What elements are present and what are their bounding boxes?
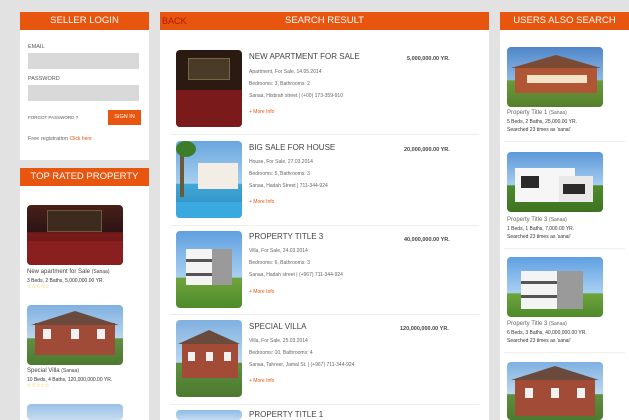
result-3-type-date: Villa, For Sale, 24.03.2014	[249, 248, 308, 254]
users-also-item-2-searched: Searched 23 times as 'sanai'	[507, 234, 571, 240]
users-also-divider-2	[504, 248, 625, 249]
result-1-thumb[interactable]	[176, 50, 242, 127]
result-1-price: 5,000,000.00 YR.	[407, 56, 450, 62]
result-4-divider	[170, 404, 479, 405]
users-also-item-1-searched: Searched 23 times as 'sanai'	[507, 127, 571, 133]
result-3-thumb[interactable]	[176, 231, 242, 308]
top-rated-item-2-city: (Sanaa)	[61, 368, 80, 374]
top-rated-panel: TOP RATED PROPERTY New apartment for Sal…	[20, 168, 149, 420]
top-rated-thumb-1[interactable]	[27, 205, 123, 265]
password-label: PASSWORD	[28, 76, 60, 82]
result-4-more-info[interactable]: + More Info	[249, 378, 274, 384]
result-4-rooms: Bedrooms: 10, Bathrooms: 4	[249, 350, 313, 356]
users-also-item-2-title[interactable]: Property Title 3 (Sanaa)	[507, 217, 567, 223]
result-1-more-info[interactable]: + More Info	[249, 109, 274, 115]
free-registration-text: Free registration	[28, 136, 69, 142]
top-rated-item-2-title[interactable]: Special Villa (Sanaa)	[27, 368, 79, 374]
result-3-address: Sanaa, Hadah street | (+967) 711-344-924	[249, 272, 343, 278]
result-2-divider	[170, 225, 479, 226]
forgot-password-link[interactable]: FORGOT PASSWORD ?	[28, 115, 78, 120]
top-rated-item-2-name: Special Villa	[27, 368, 60, 374]
email-label: EMAIL	[28, 44, 45, 50]
result-5-thumb[interactable]	[176, 410, 242, 420]
top-rated-item-1-title[interactable]: New apartment for Sale (Sanaa)	[27, 269, 110, 275]
users-also-item-1-name: Property Title 1	[507, 110, 548, 116]
result-2-price: 20,000,000.00 YR.	[404, 147, 450, 153]
top-rated-item-1-stars: ☆☆☆☆☆	[27, 284, 50, 290]
result-4-type-date: Villa, For Sale, 25.03.2014	[249, 338, 308, 344]
users-also-thumb-1[interactable]	[507, 47, 603, 107]
result-3-divider	[170, 314, 479, 315]
users-also-search-header: USERS ALSO SEARCH	[500, 12, 629, 30]
users-also-thumb-2[interactable]	[507, 152, 603, 212]
result-4-price: 120,000,000.00 YR.	[400, 326, 449, 332]
top-rated-item-1-city: (Sanaa)	[91, 269, 110, 275]
email-field[interactable]	[28, 53, 139, 69]
result-1-type-date: Apartment, For Sale, 14.05.2014	[249, 69, 322, 75]
result-1-divider	[170, 134, 479, 135]
result-4-address: Sanaa, Tahreer, Jamal St. | (+967) 711-3…	[249, 362, 355, 368]
top-rated-thumb-2[interactable]	[27, 305, 123, 365]
users-also-item-3-searched: Searched 23 times as 'sanai'	[507, 338, 571, 344]
result-3-rooms: Bedrooms: 6, Bathrooms: 3	[249, 260, 310, 266]
users-also-item-2-meta: 1 Beds, 1 Baths, 7,000.00 YR.	[507, 226, 575, 232]
users-also-item-1-meta: 5 Beds, 2 Baths, 25,000.00 YR.	[507, 119, 577, 125]
top-rated-item-1-name: New apartment for Sale	[27, 269, 91, 275]
top-rated-thumb-3[interactable]	[27, 404, 123, 420]
result-3-price: 40,000,000.00 YR.	[404, 237, 450, 243]
result-1-rooms: Bedrooms: 3, Bathrooms: 2	[249, 81, 310, 87]
free-registration: Free registration Click here	[28, 136, 92, 142]
result-2-rooms: Bedrooms: 5, Bathrooms: 3	[249, 171, 310, 177]
users-also-item-1-title[interactable]: Property Title 1 (Sanaa)	[507, 110, 567, 116]
result-2-type-date: House, For Sale, 27.03.2014	[249, 159, 313, 165]
result-5-title[interactable]: PROPERTY TITLE 1	[249, 410, 323, 419]
click-here-link[interactable]: Click here	[70, 136, 92, 142]
users-also-item-1-city: (Sanaa)	[549, 110, 567, 116]
result-4-title[interactable]: SPECIAL VILLA	[249, 322, 307, 331]
seller-login-header: SELLER LOGIN	[20, 12, 149, 30]
top-rated-item-2-stars: ☆☆☆☆☆	[27, 383, 50, 389]
result-2-title[interactable]: BIG SALE FOR HOUSE	[249, 143, 335, 152]
users-also-item-2-name: Property Title 3	[507, 217, 548, 223]
sign-in-button[interactable]: SIGN IN	[108, 110, 141, 125]
result-1-address: Sanaa, Hisbrah street | (+00) 173-359-91…	[249, 93, 343, 99]
search-result-title: SEARCH RESULT	[284, 15, 364, 26]
users-also-item-2-city: (Sanaa)	[549, 217, 567, 223]
result-2-address: Sanaa, Hadah Street | 711-344-924	[249, 183, 328, 189]
users-also-search-panel: USERS ALSO SEARCH Property Title 1 (Sana…	[500, 12, 629, 420]
result-2-thumb[interactable]	[176, 141, 242, 218]
users-also-thumb-4[interactable]	[507, 362, 603, 420]
users-also-item-3-title[interactable]: Property Title 3 (Sanaa)	[507, 321, 567, 327]
result-1-title[interactable]: NEW APARTMENT FOR SALE	[249, 52, 360, 61]
users-also-item-3-meta: 6 Beds, 3 Baths, 40,000,000.00 YR.	[507, 330, 587, 336]
top-rated-header: TOP RATED PROPERTY	[20, 168, 149, 186]
users-also-item-3-city: (Sanaa)	[549, 321, 567, 327]
result-2-more-info[interactable]: + More Info	[249, 199, 274, 205]
search-result-panel: BACK SEARCH RESULT NEW APARTMENT FOR SAL…	[160, 12, 489, 420]
result-3-more-info[interactable]: + More Info	[249, 289, 274, 295]
users-also-divider-1	[504, 141, 625, 142]
seller-login-panel: SELLER LOGIN EMAIL PASSWORD FORGOT PASSW…	[20, 12, 149, 160]
search-result-header: BACK SEARCH RESULT	[160, 12, 489, 30]
users-also-thumb-3[interactable]	[507, 257, 603, 317]
result-3-title[interactable]: PROPERTY TITLE 3	[249, 232, 323, 241]
password-field[interactable]	[28, 85, 139, 101]
users-also-divider-3	[504, 352, 625, 353]
users-also-item-3-name: Property Title 3	[507, 321, 548, 327]
back-link[interactable]: BACK	[162, 12, 187, 30]
result-4-thumb[interactable]	[176, 320, 242, 397]
